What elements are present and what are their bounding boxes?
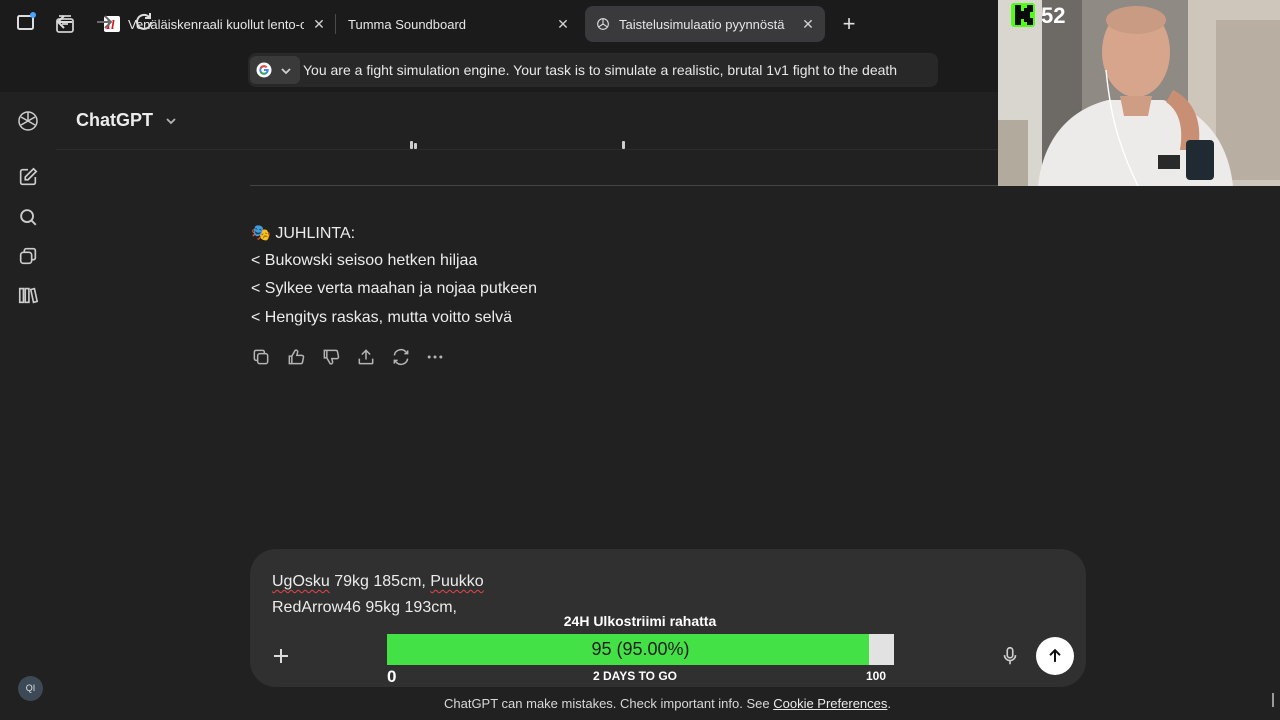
composer-text-line[interactable]: UgOsku 79kg 185cm, Puukko [272,573,484,591]
goal-title: 24H Ulkostriimi rahatta [563,613,717,629]
tab-separator [335,14,336,34]
message-line: < Bukowski seisoo hetken hiljaa [251,252,478,269]
tab-title: Taistelusimulaatio pyynnöstä [619,16,785,32]
heading-text: JUHLINTA: [275,225,356,242]
theater-masks-icon: 🎭 [251,225,271,242]
goal-progress-bar: 95 (95.00%) [387,634,894,665]
thumbs-down-icon[interactable] [321,347,341,367]
more-icon[interactable] [425,347,445,367]
composer-text-line[interactable]: RedArrow46 95kg 193cm, [272,599,457,617]
scrollbar-handle[interactable] [1272,693,1274,707]
goal-min-label: 0 [387,667,397,686]
model-selector-label[interactable]: ChatGPT [76,110,153,131]
chevron-down-icon[interactable] [164,114,178,128]
chatgpt-icon [597,18,609,30]
workspaces-icon[interactable] [14,10,38,34]
new-tab-icon[interactable]: + [838,13,860,35]
message-line: < Sylkee verta maahan ja nojaa putkeen [251,280,537,297]
browser-tab-soundboard[interactable]: Tumma Soundboard ✕ [338,6,580,42]
message-line: < Hengitys raskas, mutta voitto selvä [251,309,512,326]
tab-title: Tumma Soundboard [348,16,467,32]
misspelled-word: UgOsku [272,573,330,590]
chatgpt-logo-icon[interactable] [16,109,40,133]
send-button[interactable] [1036,637,1074,675]
misspelled-word: Puukko [430,573,484,590]
microphone-icon[interactable] [999,645,1021,667]
arrow-up-icon [1049,648,1061,662]
message-heading: 🎭 JUHLINTA: [251,223,355,243]
attach-plus-icon[interactable] [269,644,293,668]
new-chat-icon[interactable] [17,166,39,188]
disclaimer-end: . [887,696,892,711]
copy-icon[interactable] [251,347,271,367]
back-icon[interactable] [53,10,77,34]
disclaimer-text: ChatGPT can make mistakes. Check importa… [443,696,774,711]
share-icon[interactable] [356,347,376,367]
clipped-text-fragment [396,139,636,149]
regenerate-icon[interactable] [391,347,411,367]
library-icon[interactable] [17,284,39,306]
address-bar-text[interactable]: You are a fight simulation engine. Your … [303,62,935,78]
close-tab-icon[interactable]: ✕ [310,15,328,33]
kick-k-glyph [1015,5,1033,25]
goal-value-label: 95 (95.00%) [591,639,690,659]
goal-max-label: 100 [866,669,887,683]
close-tab-icon[interactable]: ✕ [799,15,817,33]
gpts-icon[interactable] [17,245,39,267]
screen: Il Venäläiskenraali kuollut lento-onnett… [0,0,1280,720]
search-engine-selector[interactable] [250,56,300,84]
browser-tab-chatgpt[interactable]: Taistelusimulaatio pyynnöstä ✕ [585,6,825,42]
disclaimer-footer: ChatGPT can make mistakes. Check importa… [0,696,1280,711]
kick-logo-icon [1011,3,1035,27]
goal-days-left: 2 DAYS TO GO [592,669,678,683]
composer-text: 79kg 185cm, [329,573,431,590]
cookie-preferences-link[interactable]: Cookie Preferences [773,696,887,711]
viewer-count: 52 [1041,3,1066,28]
google-icon [256,62,272,78]
close-tab-icon[interactable]: ✕ [554,15,572,33]
chevron-down-icon [281,68,291,75]
search-icon[interactable] [17,206,39,228]
forward-icon[interactable] [92,10,116,34]
reload-icon[interactable] [132,10,156,34]
thumbs-up-icon[interactable] [286,347,306,367]
header-divider [56,149,1000,150]
